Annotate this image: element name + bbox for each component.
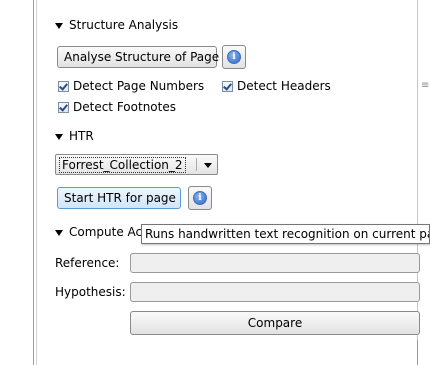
tool-panel: ≡ Structure Analysis Analyse Structure o… <box>0 0 430 365</box>
htr-info-button[interactable]: i <box>188 186 212 210</box>
reference-label: Reference: <box>55 256 120 270</box>
structure-analysis-header[interactable]: Structure Analysis <box>55 18 178 32</box>
detect-page-numbers-checkbox[interactable]: Detect Page Numbers <box>58 79 204 93</box>
resize-grip-icon[interactable]: ≡ <box>421 80 429 91</box>
collapse-triangle-icon <box>55 22 63 29</box>
htr-model-select[interactable]: Forrest_Collection_2 <box>55 154 218 175</box>
hypothesis-field[interactable] <box>130 282 420 302</box>
checkbox-label: Detect Headers <box>237 79 331 93</box>
checkbox-label: Detect Footnotes <box>73 100 176 114</box>
reference-field[interactable] <box>130 253 420 273</box>
section-title: Structure Analysis <box>69 18 179 32</box>
compare-button[interactable]: Compare <box>130 311 420 335</box>
info-icon: i <box>227 50 241 64</box>
htr-header[interactable]: HTR <box>55 129 94 143</box>
structure-info-button[interactable]: i <box>222 45 246 69</box>
analyse-structure-button[interactable]: Analyse Structure of Page <box>57 46 219 68</box>
panel-border-left-inner <box>36 0 37 365</box>
select-divider <box>196 158 197 171</box>
section-title: HTR <box>69 129 94 143</box>
select-value: Forrest_Collection_2 <box>59 157 186 173</box>
checkbox-checked-icon <box>58 102 69 113</box>
detect-headers-checkbox[interactable]: Detect Headers <box>222 79 331 93</box>
checkbox-checked-icon <box>222 81 233 92</box>
checkbox-checked-icon <box>58 81 69 92</box>
start-htr-button[interactable]: Start HTR for page <box>57 187 181 209</box>
collapse-triangle-icon <box>55 229 63 236</box>
collapse-triangle-icon <box>55 133 63 140</box>
checkbox-label: Detect Page Numbers <box>73 79 205 93</box>
hypothesis-label: Hypothesis: <box>55 285 126 299</box>
panel-border-left <box>33 0 34 365</box>
htr-tooltip: Runs handwritten text recognition on cur… <box>141 224 430 244</box>
detect-footnotes-checkbox[interactable]: Detect Footnotes <box>58 100 176 114</box>
chevron-down-icon <box>204 163 212 168</box>
section-title: Compute Ac <box>69 225 143 239</box>
compute-accuracy-header[interactable]: Compute Ac <box>55 225 142 239</box>
divider <box>417 340 418 365</box>
info-icon: i <box>193 191 207 205</box>
